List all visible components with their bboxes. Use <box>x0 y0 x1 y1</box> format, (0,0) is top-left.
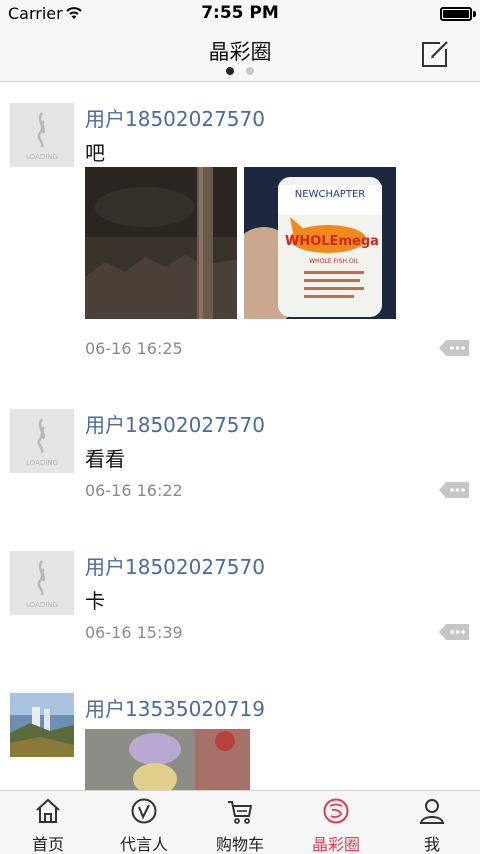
post-text: 卡 <box>85 589 105 613</box>
tab-home[interactable]: 首页 <box>0 791 96 854</box>
bottle-subtitle-text: WHOLE FISH OIL <box>309 258 359 265</box>
post-text: 看看 <box>85 447 125 471</box>
spokesperson-icon <box>131 798 157 824</box>
post-photo-night[interactable] <box>85 167 237 319</box>
post-photo-toy[interactable] <box>85 729 250 790</box>
nav-bar: 晶彩圈 <box>0 28 480 82</box>
tab-me[interactable]: 我 <box>384 791 480 854</box>
bottle-brand-text: NEWCHAPTER <box>295 189 365 200</box>
post-time: 06-16 15:39 <box>85 623 183 642</box>
circle-icon <box>323 798 349 824</box>
avatar-placeholder-text: LOADING <box>26 153 58 161</box>
tab-label: 购物车 <box>215 835 264 854</box>
post-username[interactable]: 用户18502027570 <box>85 409 265 438</box>
post-item: LOADING 用户18502027570 看看 06-16 16:22 <box>0 383 480 525</box>
tab-spokesperson[interactable]: 代言人 <box>96 791 192 854</box>
tab-cart[interactable]: 购物车 <box>192 791 288 854</box>
avatar[interactable] <box>10 693 74 757</box>
more-icon[interactable] <box>438 339 470 357</box>
battery-icon <box>440 7 472 21</box>
avatar[interactable]: LOADING <box>10 551 74 615</box>
avatar[interactable]: LOADING <box>10 409 74 473</box>
tab-label: 晶彩圈 <box>311 835 360 854</box>
post-item: LOADING 用户18502027570 卡 06-16 15:39 <box>0 525 480 667</box>
tab-label: 首页 <box>31 835 64 854</box>
feed-list[interactable]: LOADING 用户18502027570 吧 NEWCHAPTER WHOLE… <box>0 83 480 790</box>
post-username[interactable]: 用户18502027570 <box>85 551 265 580</box>
page-dot-active <box>226 67 234 75</box>
bottle-product-text: WHOLEmega <box>285 234 379 249</box>
post-text: 吧 <box>85 141 105 165</box>
profile-icon <box>419 799 445 824</box>
status-time: 7:55 PM <box>201 3 279 23</box>
post-username[interactable]: 用户13535020719 <box>85 693 265 722</box>
post-username[interactable]: 用户18502027570 <box>85 103 265 132</box>
avatar[interactable]: LOADING <box>10 103 74 167</box>
battery-tip <box>473 11 476 17</box>
page-title: 晶彩圈 <box>208 40 272 64</box>
post-time: 06-16 16:22 <box>85 481 183 500</box>
tab-bar: 首页 代言人 购物车 晶彩圈 我 <box>0 790 480 854</box>
post-item: LOADING 用户18502027570 吧 NEWCHAPTER WHOLE… <box>0 83 480 383</box>
cart-icon <box>228 801 253 824</box>
more-icon[interactable] <box>438 623 470 641</box>
page-dot-inactive <box>246 67 254 75</box>
post-item: 用户13535020719 <box>0 667 480 790</box>
status-bar: Carrier 7:55 PM <box>0 0 480 28</box>
tab-circle[interactable]: 晶彩圈 <box>288 791 384 854</box>
home-icon <box>36 798 60 823</box>
compose-icon[interactable] <box>420 39 450 69</box>
post-photo-bottle[interactable]: NEWCHAPTER WHOLEmega WHOLE FISH OIL <box>244 167 396 319</box>
avatar-placeholder-text: LOADING <box>26 459 58 467</box>
tab-label: 代言人 <box>119 835 168 854</box>
avatar-placeholder-text: LOADING <box>26 601 58 609</box>
post-time: 06-16 16:25 <box>85 339 183 358</box>
tab-label: 我 <box>423 835 440 854</box>
more-icon[interactable] <box>438 481 470 499</box>
page-indicator[interactable] <box>226 67 256 75</box>
